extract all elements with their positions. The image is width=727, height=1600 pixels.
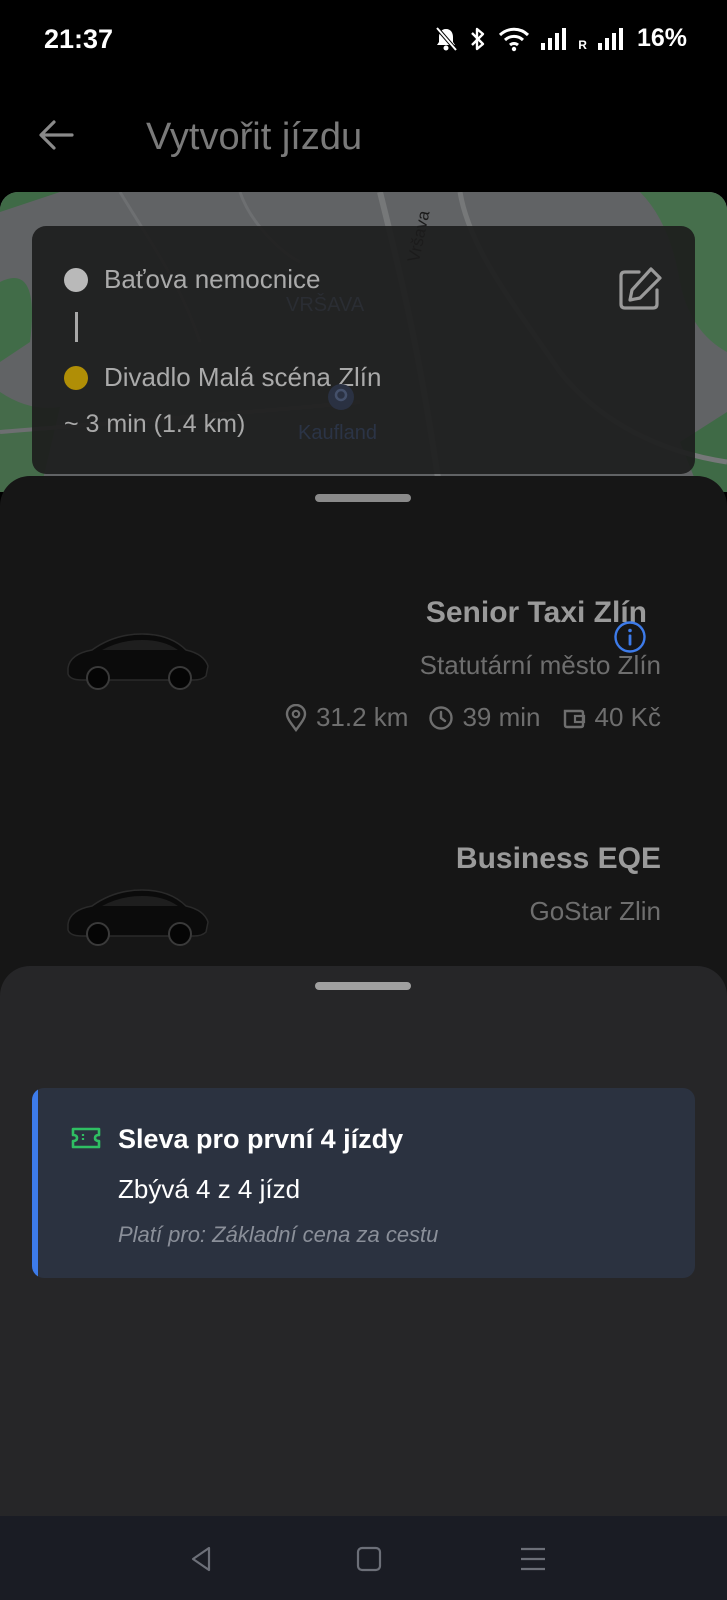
signal-icon [541, 27, 567, 50]
edit-route-button[interactable] [615, 264, 665, 314]
wifi-icon [499, 27, 530, 51]
mute-bell-icon [435, 26, 458, 51]
discount-accent-bar [32, 1088, 38, 1278]
ride-provider: GoStar Zlin [529, 896, 662, 926]
back-button[interactable] [34, 112, 80, 158]
bluetooth-icon [471, 27, 485, 50]
ride-info-button[interactable] [613, 620, 647, 654]
app-bar: Vytvořit jízdu [0, 80, 727, 190]
discount-card[interactable]: Sleva pro první 4 jízdy Zbývá 4 z 4 jízd… [32, 1088, 695, 1278]
car-image [67, 633, 209, 690]
triangle-back-icon [191, 1546, 211, 1572]
map-pin-icon [328, 384, 354, 410]
arrow-left-icon [39, 120, 74, 150]
discount-sheet: Sleva pro první 4 jízdy Zbývá 4 z 4 jízd… [0, 966, 727, 1516]
status-icons: R 16% [434, 24, 687, 53]
origin-dot [64, 268, 88, 292]
status-bar: 21:37 R 16% [0, 0, 727, 80]
system-nav-bar [0, 1516, 727, 1600]
drag-handle[interactable] [315, 982, 411, 990]
discount-remaining: Zbývá 4 z 4 jízd [118, 1174, 301, 1204]
ticket-icon [71, 1127, 101, 1149]
map-label-district: VRŠAVA [286, 294, 365, 316]
square-home-icon [356, 1546, 382, 1572]
signal-icon [597, 27, 623, 50]
origin-label: Baťova nemocnice [104, 264, 321, 294]
ride-distance: 31.2 km [284, 702, 409, 733]
wallet-icon [563, 709, 585, 728]
ride-meta: 31.2 km 39 min 40 Kč [272, 702, 661, 733]
menu-lines-icon [521, 1547, 545, 1571]
map-label-poi: Kaufland [298, 422, 377, 444]
ride-name: Business EQE [455, 842, 661, 875]
discount-validity: Platí pro: Základní cena za cestu [118, 1222, 439, 1247]
nav-home-button[interactable] [354, 1544, 384, 1574]
clock-icon [429, 705, 454, 730]
info-icon [614, 621, 646, 653]
ride-price: 40 Kč [561, 702, 662, 733]
ride-duration-value: 39 min [462, 702, 541, 732]
ride-option-senior-taxi[interactable]: Senior Taxi Zlín Statutární město Zlín 3… [0, 576, 727, 776]
route-connector [75, 312, 78, 342]
nav-back-button[interactable] [187, 1544, 217, 1574]
ride-price-value: 40 Kč [594, 702, 662, 732]
discount-title: Sleva pro první 4 jízdy [118, 1124, 404, 1154]
rides-sheet: Senior Taxi Zlín Statutární město Zlín 3… [0, 476, 727, 996]
ride-duration: 39 min [428, 702, 541, 733]
route-card: Baťova nemocnice VRŠAVA Divadlo Malá scé… [32, 226, 695, 474]
destination-dot [64, 366, 88, 390]
location-pin-icon [285, 703, 307, 732]
ride-distance-value: 31.2 km [315, 702, 409, 732]
nav-recents-button[interactable] [518, 1544, 548, 1574]
edit-icon [619, 267, 662, 310]
drag-handle[interactable] [315, 494, 411, 502]
car-image [67, 889, 209, 946]
route-eta: ~ 3 min (1.4 km) [64, 410, 246, 438]
battery-level: 16% [636, 24, 687, 52]
roaming-indicator: R [578, 37, 587, 52]
ride-provider: Statutární město Zlín [419, 650, 661, 680]
page-title: Vytvořit jízdu [146, 116, 363, 158]
status-time: 21:37 [44, 24, 114, 54]
